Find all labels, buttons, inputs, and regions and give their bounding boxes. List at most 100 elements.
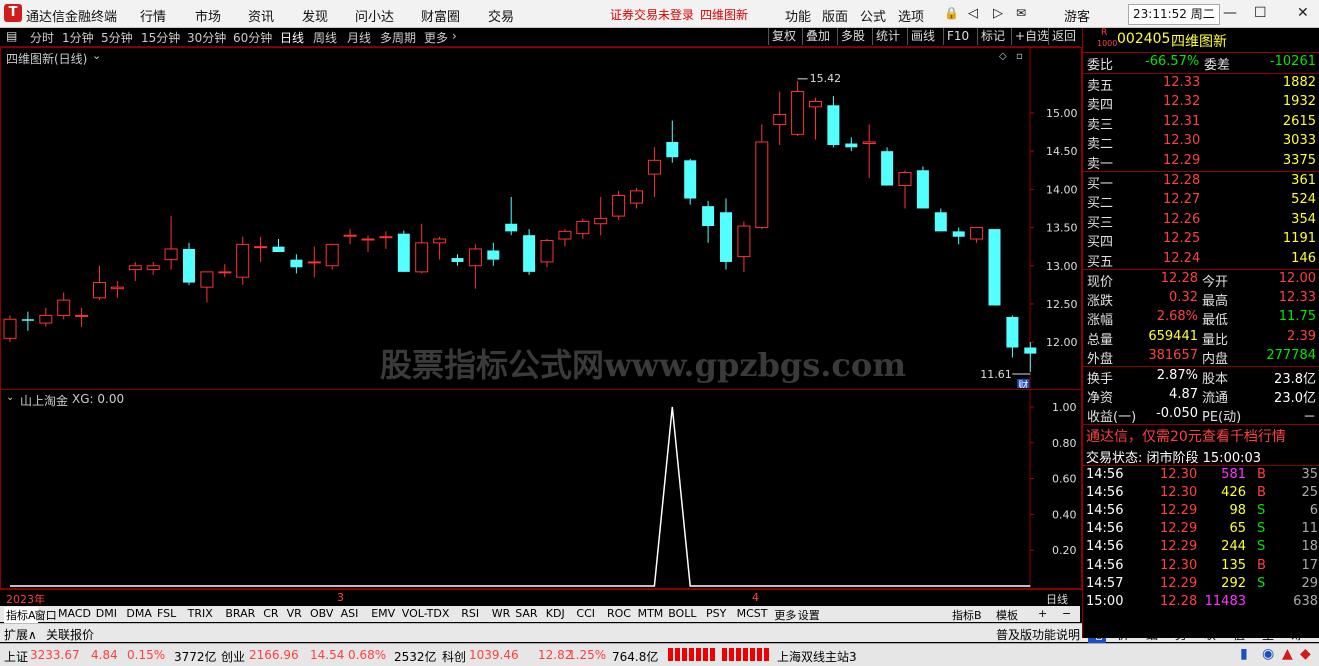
- period-1min[interactable]: 1分钟: [62, 29, 94, 46]
- candle[interactable]: [272, 239, 285, 252]
- candle[interactable]: [361, 235, 375, 252]
- index-cy-name[interactable]: 创业: [221, 648, 245, 665]
- ask-row[interactable]: 卖三 12.31 2615: [1083, 113, 1319, 133]
- indicator-tab[interactable]: VR: [287, 607, 302, 620]
- arrow-left-icon[interactable]: ◁: [968, 6, 978, 21]
- indicator-tab[interactable]: FSL: [157, 607, 176, 620]
- candle[interactable]: [755, 124, 769, 230]
- indicator-tab[interactable]: SAR: [515, 607, 537, 620]
- menu-banmian[interactable]: 版面: [822, 6, 848, 25]
- indicator-tab[interactable]: OBV: [310, 607, 333, 620]
- btn-huaxian[interactable]: 画线: [907, 28, 938, 45]
- menu-shichang[interactable]: 市场: [195, 6, 221, 25]
- candle[interactable]: [970, 227, 984, 243]
- candle[interactable]: [3, 315, 17, 343]
- indicator-tab[interactable]: DMA: [126, 607, 152, 620]
- indicator-tab-right[interactable]: +: [1038, 607, 1047, 620]
- ask-row[interactable]: 卖一 12.29 3375: [1083, 152, 1319, 172]
- period-weekly[interactable]: 周线: [313, 29, 337, 46]
- candle[interactable]: [487, 242, 500, 266]
- candle[interactable]: [218, 264, 232, 278]
- btn-add-watchlist[interactable]: +自选: [1011, 28, 1052, 45]
- btn-f10[interactable]: F10: [943, 28, 972, 45]
- menu-faxian[interactable]: 发现: [302, 6, 328, 25]
- arrow-right-icon[interactable]: ▷: [993, 6, 1003, 21]
- ask-row[interactable]: 卖五 12.33 1882: [1083, 74, 1319, 94]
- candle[interactable]: [952, 227, 965, 245]
- btn-tongji[interactable]: 统计: [872, 28, 903, 45]
- candle[interactable]: [379, 231, 393, 249]
- candle[interactable]: [881, 147, 894, 186]
- lock-icon[interactable]: 🔒: [944, 6, 959, 20]
- candle[interactable]: [1006, 315, 1019, 358]
- candle[interactable]: [737, 221, 751, 272]
- period-60min[interactable]: 60分钟: [233, 29, 272, 46]
- candle[interactable]: [773, 91, 787, 146]
- candle[interactable]: [164, 216, 178, 270]
- candle[interactable]: [128, 261, 142, 282]
- indicator-chart[interactable]: 1.00 0.80 0.60 0.40 0.20: [0, 390, 1082, 590]
- ad-text[interactable]: 通达信，仅需20元查看千档行情: [1086, 426, 1286, 446]
- candle[interactable]: [576, 218, 590, 240]
- candle[interactable]: [845, 137, 858, 152]
- candle[interactable]: [809, 97, 822, 140]
- candle[interactable]: [75, 307, 89, 327]
- xg-line[interactable]: [10, 406, 1031, 587]
- period-monthly[interactable]: 月线: [347, 29, 371, 46]
- related-quotes-button[interactable]: 关联报价: [46, 626, 94, 643]
- bid-row[interactable]: 买二 12.27 524: [1083, 191, 1319, 211]
- candle[interactable]: [916, 166, 929, 209]
- btn-biaoji[interactable]: 标记: [977, 28, 1008, 45]
- period-more[interactable]: 更多: [424, 29, 448, 46]
- index-kc-name[interactable]: 科创: [442, 648, 466, 665]
- bid-row[interactable]: 买五 12.24 146: [1083, 250, 1319, 270]
- indicator-tab[interactable]: MCST: [737, 607, 768, 620]
- btn-back[interactable]: 返回: [1048, 28, 1079, 45]
- login-notice[interactable]: 证券交易未登录: [610, 6, 694, 23]
- indicator-tab[interactable]: DMI: [96, 607, 117, 620]
- menu-zixun[interactable]: 资讯: [248, 6, 274, 25]
- candle[interactable]: [343, 229, 357, 245]
- candle[interactable]: [647, 147, 661, 197]
- period-5min[interactable]: 5分钟: [101, 29, 133, 46]
- index-sh-name[interactable]: 上证: [4, 648, 28, 665]
- candle[interactable]: [702, 200, 715, 243]
- candle[interactable]: [558, 229, 572, 247]
- candle[interactable]: [307, 246, 321, 278]
- candle[interactable]: [666, 120, 679, 163]
- menu-wenxiaoda[interactable]: 问小达: [355, 6, 394, 25]
- candle[interactable]: [523, 229, 536, 275]
- indicator-tab[interactable]: ROC: [607, 607, 631, 620]
- candle[interactable]: [827, 96, 840, 148]
- candle[interactable]: [21, 311, 34, 331]
- indicator-tab[interactable]: 指标A: [4, 607, 38, 623]
- menu-gongshi[interactable]: 公式: [860, 6, 886, 25]
- candle[interactable]: [594, 196, 608, 236]
- candle[interactable]: [415, 223, 429, 274]
- indicator-tab[interactable]: ASI: [341, 607, 359, 620]
- bid-row[interactable]: 买四 12.25 1191: [1083, 230, 1319, 250]
- candlestick-chart[interactable]: 15.00 14.50 14.00 13.50 13.00 12.50 12.00 15.42…: [0, 48, 1082, 388]
- candle[interactable]: [57, 292, 71, 320]
- message-icon[interactable]: ✉: [1016, 6, 1026, 20]
- btn-fuquan[interactable]: 复权: [768, 28, 799, 45]
- candle[interactable]: [200, 271, 214, 303]
- bid-row[interactable]: 买三 12.26 354: [1083, 211, 1319, 231]
- minimize-icon[interactable]: —: [1223, 5, 1237, 21]
- menu-hangqing[interactable]: 行情: [140, 6, 166, 25]
- candle[interactable]: [146, 261, 160, 275]
- period-daily[interactable]: 日线: [280, 29, 304, 46]
- indicator-tab-right[interactable]: −: [1062, 607, 1071, 620]
- indicator-tab[interactable]: CR: [263, 607, 278, 620]
- candle[interactable]: [612, 190, 626, 220]
- expand-button[interactable]: 扩展∧: [4, 626, 37, 643]
- ask-row[interactable]: 卖二 12.30 3033: [1083, 132, 1319, 152]
- candle[interactable]: [630, 187, 643, 209]
- chevron-right-icon[interactable]: ›: [452, 29, 457, 43]
- help-link[interactable]: 普及版功能说明: [996, 626, 1080, 643]
- menu-caifuquan[interactable]: 财富圈: [421, 6, 460, 25]
- user-label[interactable]: 游客: [1064, 6, 1090, 25]
- chart-settings-icon[interactable]: ▤: [6, 29, 17, 43]
- candle[interactable]: [236, 236, 250, 285]
- indicator-tab[interactable]: BOLL: [668, 607, 696, 620]
